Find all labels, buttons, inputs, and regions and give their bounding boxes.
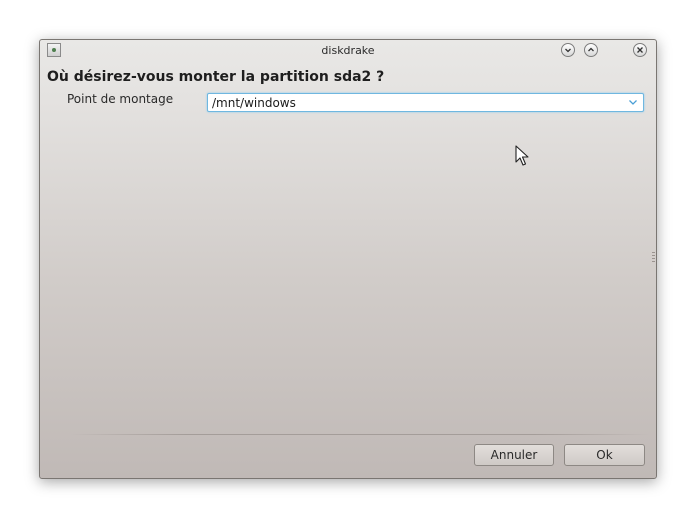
chevron-down-icon[interactable] xyxy=(627,95,639,109)
mount-point-value[interactable]: /mnt/windows xyxy=(212,96,296,110)
minimize-button[interactable] xyxy=(561,43,575,57)
ok-button[interactable]: Ok xyxy=(564,444,645,466)
cancel-button[interactable]: Annuler xyxy=(474,444,554,466)
mount-point-combobox[interactable]: /mnt/windows xyxy=(207,93,644,112)
dialog-window: diskdrake Où désirez-vous monter la part… xyxy=(39,39,657,479)
maximize-button[interactable] xyxy=(584,43,598,57)
close-button[interactable] xyxy=(633,43,647,57)
chevron-down-icon xyxy=(565,48,571,53)
title-bar[interactable]: diskdrake xyxy=(40,40,656,62)
mount-point-label: Point de montage xyxy=(67,92,174,106)
dialog-heading: Où désirez-vous monter la partition sda2… xyxy=(47,69,385,85)
mouse-pointer-icon xyxy=(515,145,529,166)
resize-grip[interactable] xyxy=(652,252,655,262)
close-icon xyxy=(637,47,643,53)
button-separator xyxy=(70,434,650,435)
chevron-up-icon xyxy=(588,47,594,52)
